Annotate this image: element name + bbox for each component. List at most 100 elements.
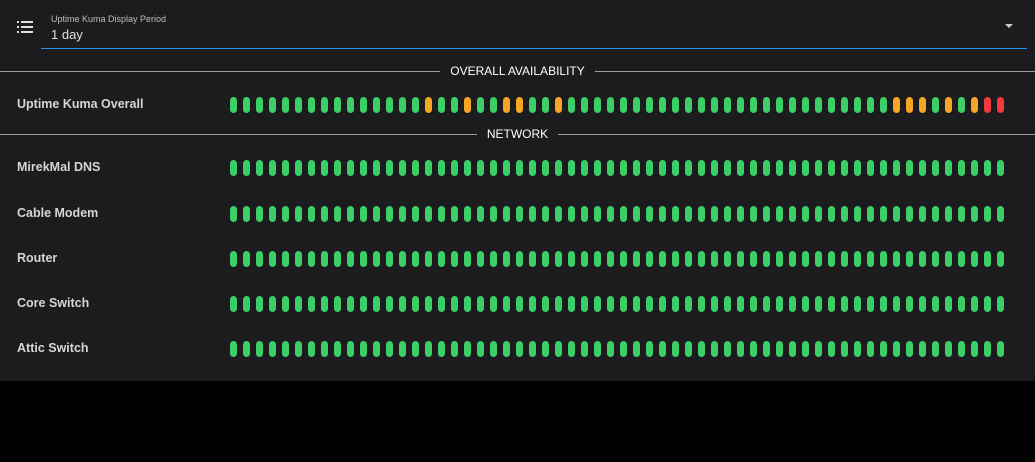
heartbeat-up[interactable] bbox=[828, 206, 835, 222]
heartbeat-up[interactable] bbox=[776, 296, 783, 312]
heartbeat-up[interactable] bbox=[750, 296, 757, 312]
heartbeat-up[interactable] bbox=[932, 296, 939, 312]
heartbeat-up[interactable] bbox=[412, 341, 419, 357]
heartbeat-up[interactable] bbox=[503, 160, 510, 176]
heartbeat-up[interactable] bbox=[269, 341, 276, 357]
heartbeat-up[interactable] bbox=[321, 296, 328, 312]
heartbeat-up[interactable] bbox=[737, 160, 744, 176]
heartbeat-up[interactable] bbox=[386, 296, 393, 312]
heartbeat-up[interactable] bbox=[451, 296, 458, 312]
heartbeat-up[interactable] bbox=[724, 341, 731, 357]
heartbeat-up[interactable] bbox=[295, 97, 302, 113]
heartbeat-up[interactable] bbox=[698, 160, 705, 176]
heartbeat-up[interactable] bbox=[724, 206, 731, 222]
heartbeat-up[interactable] bbox=[841, 251, 848, 267]
heartbeat-up[interactable] bbox=[867, 251, 874, 267]
heartbeat-up[interactable] bbox=[464, 296, 471, 312]
heartbeat-up[interactable] bbox=[230, 160, 237, 176]
heartbeat-up[interactable] bbox=[646, 296, 653, 312]
heartbeat-up[interactable] bbox=[451, 206, 458, 222]
heartbeat-up[interactable] bbox=[672, 160, 679, 176]
heartbeat-up[interactable] bbox=[334, 296, 341, 312]
heartbeat-up[interactable] bbox=[386, 341, 393, 357]
heartbeat-up[interactable] bbox=[763, 160, 770, 176]
heartbeat-up[interactable] bbox=[243, 97, 250, 113]
heartbeat-up[interactable] bbox=[347, 206, 354, 222]
heartbeat-up[interactable] bbox=[971, 296, 978, 312]
heartbeat-up[interactable] bbox=[945, 251, 952, 267]
heartbeat-up[interactable] bbox=[334, 341, 341, 357]
heartbeat-up[interactable] bbox=[295, 160, 302, 176]
heartbeat-up[interactable] bbox=[360, 97, 367, 113]
heartbeat-up[interactable] bbox=[750, 97, 757, 113]
heartbeat-up[interactable] bbox=[256, 251, 263, 267]
heartbeat-up[interactable] bbox=[412, 160, 419, 176]
heartbeat-pending[interactable] bbox=[893, 97, 900, 113]
heartbeat-up[interactable] bbox=[607, 97, 614, 113]
heartbeat-up[interactable] bbox=[802, 160, 809, 176]
heartbeat-up[interactable] bbox=[802, 296, 809, 312]
heartbeat-up[interactable] bbox=[633, 251, 640, 267]
heartbeat-up[interactable] bbox=[776, 160, 783, 176]
heartbeat-up[interactable] bbox=[438, 341, 445, 357]
heartbeat-up[interactable] bbox=[256, 160, 263, 176]
heartbeat-up[interactable] bbox=[815, 341, 822, 357]
heartbeat-up[interactable] bbox=[555, 296, 562, 312]
heartbeat-up[interactable] bbox=[646, 206, 653, 222]
heartbeat-up[interactable] bbox=[763, 251, 770, 267]
heartbeat-up[interactable] bbox=[932, 206, 939, 222]
heartbeat-up[interactable] bbox=[919, 160, 926, 176]
heartbeat-up[interactable] bbox=[685, 160, 692, 176]
heartbeat-up[interactable] bbox=[971, 251, 978, 267]
heartbeat-up[interactable] bbox=[386, 97, 393, 113]
heartbeat-pending[interactable] bbox=[503, 97, 510, 113]
heartbeat-up[interactable] bbox=[815, 160, 822, 176]
heartbeat-up[interactable] bbox=[451, 251, 458, 267]
heartbeat-up[interactable] bbox=[633, 160, 640, 176]
heartbeat-up[interactable] bbox=[646, 251, 653, 267]
heartbeat-up[interactable] bbox=[893, 341, 900, 357]
heartbeat-up[interactable] bbox=[672, 97, 679, 113]
heartbeat-up[interactable] bbox=[581, 97, 588, 113]
heartbeat-up[interactable] bbox=[438, 206, 445, 222]
heartbeat-up[interactable] bbox=[373, 251, 380, 267]
heartbeat-pending[interactable] bbox=[919, 97, 926, 113]
heartbeat-up[interactable] bbox=[464, 251, 471, 267]
heartbeat-up[interactable] bbox=[698, 341, 705, 357]
heartbeat-up[interactable] bbox=[243, 206, 250, 222]
heartbeat-up[interactable] bbox=[360, 296, 367, 312]
heartbeat-up[interactable] bbox=[620, 341, 627, 357]
heartbeat-up[interactable] bbox=[360, 251, 367, 267]
heartbeat-pending[interactable] bbox=[555, 97, 562, 113]
heartbeat-up[interactable] bbox=[321, 251, 328, 267]
heartbeat-up[interactable] bbox=[282, 296, 289, 312]
heartbeat-up[interactable] bbox=[529, 251, 536, 267]
heartbeat-up[interactable] bbox=[607, 206, 614, 222]
heartbeat-up[interactable] bbox=[308, 206, 315, 222]
heartbeat-up[interactable] bbox=[230, 296, 237, 312]
heartbeat-up[interactable] bbox=[347, 341, 354, 357]
heartbeat-up[interactable] bbox=[542, 160, 549, 176]
heartbeat-up[interactable] bbox=[841, 341, 848, 357]
heartbeat-up[interactable] bbox=[256, 206, 263, 222]
heartbeat-up[interactable] bbox=[919, 296, 926, 312]
heartbeat-up[interactable] bbox=[581, 341, 588, 357]
heartbeat-up[interactable] bbox=[685, 97, 692, 113]
heartbeat-up[interactable] bbox=[906, 160, 913, 176]
heartbeat-up[interactable] bbox=[594, 296, 601, 312]
heartbeat-up[interactable] bbox=[516, 251, 523, 267]
heartbeat-up[interactable] bbox=[997, 251, 1004, 267]
heartbeat-up[interactable] bbox=[334, 97, 341, 113]
heartbeat-up[interactable] bbox=[789, 97, 796, 113]
heartbeat-up[interactable] bbox=[841, 296, 848, 312]
heartbeat-up[interactable] bbox=[815, 296, 822, 312]
heartbeat-up[interactable] bbox=[607, 160, 614, 176]
heartbeat-up[interactable] bbox=[308, 341, 315, 357]
heartbeat-up[interactable] bbox=[516, 160, 523, 176]
heartbeat-up[interactable] bbox=[685, 341, 692, 357]
heartbeat-up[interactable] bbox=[815, 206, 822, 222]
heartbeat-up[interactable] bbox=[321, 97, 328, 113]
heartbeat-up[interactable] bbox=[737, 251, 744, 267]
heartbeat-up[interactable] bbox=[711, 97, 718, 113]
heartbeat-up[interactable] bbox=[477, 251, 484, 267]
